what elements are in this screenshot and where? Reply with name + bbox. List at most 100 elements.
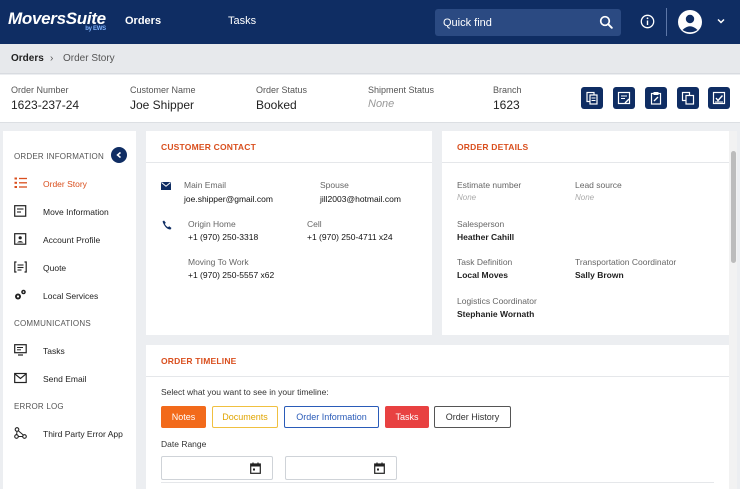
header-divider xyxy=(666,8,667,36)
order-summary: Order Number 1623-237-24 Customer Name J… xyxy=(0,75,740,123)
summary-branch: Branch 1623 xyxy=(493,85,522,112)
sidebar-item-send-email[interactable]: Send Email xyxy=(3,369,136,389)
sidebar-section-communications: COMMUNICATIONS xyxy=(14,319,91,328)
summary-shipment-status: Shipment Status None xyxy=(368,85,435,110)
sidebar-item-local-services[interactable]: Local Services xyxy=(3,286,136,306)
logo[interactable]: MoversSuite by EWS xyxy=(8,9,106,32)
estimate-value: None xyxy=(457,193,477,202)
summary-order-status: Order Status Booked xyxy=(256,85,308,112)
info-icon[interactable] xyxy=(640,14,655,32)
date-range-start-input[interactable] xyxy=(161,456,273,480)
salesperson-label: Salesperson xyxy=(457,219,505,229)
document-icon xyxy=(14,205,27,220)
filter-order-history-button[interactable]: Order History xyxy=(434,406,511,428)
main-email-value[interactable]: joe.shipper@gmail.com xyxy=(184,194,273,204)
filter-order-information-button[interactable]: Order Information xyxy=(284,406,379,428)
profile-card-icon xyxy=(14,233,27,248)
duplicate-icon xyxy=(681,91,695,105)
timeline-prompt: Select what you want to see in your time… xyxy=(161,387,329,397)
quick-find xyxy=(435,9,621,36)
calendar-icon[interactable] xyxy=(250,462,261,477)
breadcrumb-current: Order Story xyxy=(63,53,115,64)
moving-to-work-value[interactable]: +1 (970) 250-5557 x62 xyxy=(188,270,274,280)
customer-contact-card: CUSTOMER CONTACT Main Email joe.shipper@… xyxy=(146,131,432,335)
order-details-card: ORDER DETAILS Estimate number None Lead … xyxy=(442,131,729,335)
sidebar-section-order: ORDER INFORMATION xyxy=(14,152,104,161)
estimate-label: Estimate number xyxy=(457,180,522,190)
summary-customer-name: Customer Name Joe Shipper xyxy=(130,85,196,112)
spouse-email-value[interactable]: jill2003@hotmail.com xyxy=(320,194,401,204)
chevron-down-icon[interactable] xyxy=(716,16,726,29)
main-email-label: Main Email xyxy=(184,180,227,190)
salesperson-value: Heather Cahill xyxy=(457,232,515,242)
filter-notes-button[interactable]: Notes xyxy=(161,406,206,428)
breadcrumb-separator: › xyxy=(50,53,54,64)
timeline-divider xyxy=(161,482,714,483)
lead-source-label: Lead source xyxy=(575,180,622,190)
customer-contact-title: CUSTOMER CONTACT xyxy=(161,142,256,152)
scrollbar-thumb[interactable] xyxy=(731,151,736,263)
quick-find-input[interactable] xyxy=(435,9,595,36)
mail-icon xyxy=(14,372,27,387)
logistics-coordinator-label: Logistics Coordinator xyxy=(457,296,537,306)
tab-tasks[interactable]: Tasks xyxy=(228,15,256,27)
vertical-scrollbar[interactable] xyxy=(729,131,737,489)
checklist-icon xyxy=(712,91,726,105)
sidebar-item-third-party-error-app[interactable]: Third Party Error App xyxy=(3,424,136,444)
sidebar-item-move-information[interactable]: Move Information xyxy=(3,202,136,222)
task-definition-value: Local Moves xyxy=(457,270,509,280)
origin-home-label: Origin Home xyxy=(188,219,236,229)
task-definition-label: Task Definition xyxy=(457,257,513,267)
sidebar-section-error-log: ERROR LOG xyxy=(14,402,64,411)
chevron-left-icon xyxy=(116,151,121,159)
mail-icon xyxy=(161,181,171,193)
phone-icon xyxy=(162,220,172,233)
checklist-button[interactable] xyxy=(708,87,730,109)
origin-home-value[interactable]: +1 (970) 250-3318 xyxy=(188,232,258,242)
network-icon xyxy=(14,427,27,442)
summary-order-number: Order Number 1623-237-24 xyxy=(11,85,80,112)
lead-source-value: None xyxy=(575,193,595,202)
breadcrumb-orders[interactable]: Orders xyxy=(11,53,44,64)
card-divider xyxy=(146,162,432,163)
notes-button[interactable] xyxy=(613,87,635,109)
collapse-sidebar-button[interactable] xyxy=(111,147,127,163)
spouse-label: Spouse xyxy=(320,180,349,190)
sidebar: ORDER INFORMATION Order Story Move Infor… xyxy=(3,131,136,489)
monitor-icon xyxy=(14,344,27,359)
card-divider xyxy=(146,376,729,377)
document-copy-icon xyxy=(586,91,598,105)
moving-to-work-label: Moving To Work xyxy=(188,257,249,267)
sidebar-item-order-story[interactable]: Order Story xyxy=(3,174,136,194)
breadcrumb: Orders › Order Story xyxy=(0,44,740,74)
duplicate-button[interactable] xyxy=(677,87,699,109)
card-divider xyxy=(442,162,729,163)
sidebar-item-account-profile[interactable]: Account Profile xyxy=(3,230,136,250)
cell-label: Cell xyxy=(307,219,322,229)
date-range-end-input[interactable] xyxy=(285,456,397,480)
clipboard-button[interactable] xyxy=(645,87,667,109)
filter-tasks-button[interactable]: Tasks xyxy=(385,406,429,428)
filter-documents-button[interactable]: Documents xyxy=(212,406,278,428)
calendar-icon[interactable] xyxy=(374,462,385,477)
quote-icon xyxy=(14,261,27,276)
copy-document-button[interactable] xyxy=(581,87,603,109)
clipboard-icon xyxy=(650,92,662,105)
order-details-title: ORDER DETAILS xyxy=(457,142,529,152)
list-icon xyxy=(14,177,28,192)
top-bar: MoversSuite by EWS Orders Tasks xyxy=(0,0,740,44)
user-avatar-icon[interactable] xyxy=(677,9,703,38)
sidebar-item-tasks[interactable]: Tasks xyxy=(3,341,136,361)
tab-orders[interactable]: Orders xyxy=(125,15,161,27)
date-range-label: Date Range xyxy=(161,439,207,449)
sidebar-item-quote[interactable]: Quote xyxy=(3,258,136,278)
transportation-coordinator-label: Transportation Coordinator xyxy=(575,257,677,267)
note-edit-icon xyxy=(617,91,631,105)
logistics-coordinator-value: Stephanie Wornath xyxy=(457,309,535,319)
order-timeline-title: ORDER TIMELINE xyxy=(161,356,237,366)
cell-value[interactable]: +1 (970) 250-4711 x24 xyxy=(307,232,393,242)
search-icon[interactable] xyxy=(599,15,613,32)
transportation-coordinator-value: Sally Brown xyxy=(575,270,624,280)
gears-icon xyxy=(14,289,27,304)
logo-byline: by EWS xyxy=(85,26,106,32)
